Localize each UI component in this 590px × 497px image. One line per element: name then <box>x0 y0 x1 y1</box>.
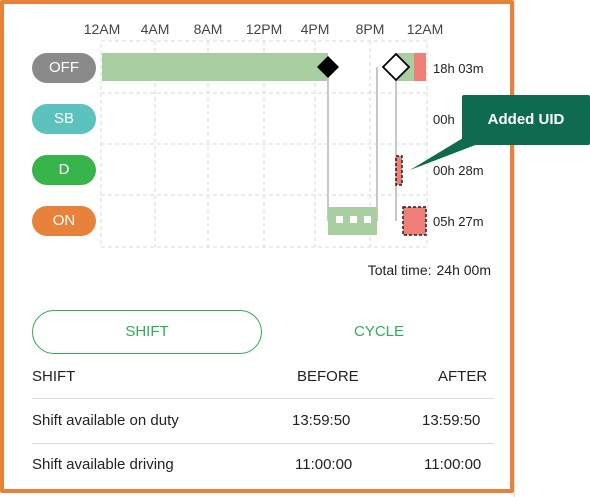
table-header-after: AFTER <box>438 368 488 385</box>
row-before: 13:59:50 <box>292 412 351 429</box>
edited-driving-segment <box>395 155 403 186</box>
status-sb-button[interactable]: SB <box>32 104 96 134</box>
off-duration: 18h 03m <box>433 61 484 76</box>
d-duration: 00h 28m <box>433 163 484 178</box>
shift-tab[interactable]: SHIFT <box>32 310 262 354</box>
status-label: ON <box>52 212 76 229</box>
segment-marker <box>364 216 371 223</box>
status-d-button[interactable]: D <box>32 155 96 185</box>
status-label: SB <box>53 110 74 127</box>
row-name: Shift available on duty <box>32 412 179 429</box>
on-duration: 05h 27m <box>433 214 484 229</box>
off-duty-segment <box>102 53 328 81</box>
status-off-button[interactable]: OFF <box>32 53 96 83</box>
total-time: Total time: 24h 00m <box>368 262 491 278</box>
cycle-tab[interactable]: CYCLE <box>264 310 494 354</box>
row-name: Shift available driving <box>32 456 174 473</box>
total-time-value: 24h 00m <box>436 262 491 278</box>
edited-on-duty-segment <box>402 206 427 236</box>
table-row: Shift available on duty 13:59:50 13:59:5… <box>32 399 494 444</box>
status-label: D <box>58 161 70 178</box>
sb-duration: 00h <box>433 112 455 127</box>
table-header-before: BEFORE <box>297 368 359 385</box>
row-after: 13:59:50 <box>422 412 481 429</box>
table-header-shift: SHIFT <box>32 368 76 385</box>
duty-status-graph <box>100 40 478 248</box>
table-row: Shift available driving 11:00:00 11:00:0… <box>32 443 494 487</box>
status-label: OFF <box>49 59 79 76</box>
segment-marker <box>350 216 357 223</box>
row-after: 11:00:00 <box>424 456 482 473</box>
total-time-label: Total time: <box>367 262 432 278</box>
status-on-button[interactable]: ON <box>32 206 96 236</box>
added-uid-callout: Added UID <box>462 95 590 145</box>
edited-segment <box>414 53 426 81</box>
segment-marker <box>336 216 343 223</box>
callout-label: Added UID <box>487 111 565 128</box>
row-before: 11:00:00 <box>295 456 353 473</box>
